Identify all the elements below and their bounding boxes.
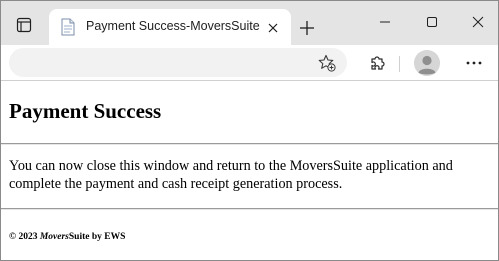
maximize-icon[interactable] xyxy=(412,7,452,37)
star-add-icon[interactable] xyxy=(316,52,338,74)
profile-avatar[interactable] xyxy=(414,50,440,76)
minimize-icon[interactable] xyxy=(365,7,405,37)
page-content: Payment Success You can now close this w… xyxy=(1,82,498,260)
tab-title: Payment Success-MoversSuite xyxy=(86,19,260,33)
browser-tab[interactable]: Payment Success-MoversSuite xyxy=(49,9,291,45)
copyright-prefix: © 2023 xyxy=(9,232,40,242)
browser-window: Payment Success-MoversSuite Payment Succ… xyxy=(0,0,499,261)
page-icon xyxy=(60,18,76,36)
plus-icon[interactable] xyxy=(293,14,321,42)
divider-top xyxy=(1,143,498,145)
page-title: Payment Success xyxy=(9,99,162,123)
brand-rest: Suite by EWS xyxy=(68,232,126,242)
browser-toolbar xyxy=(1,45,498,81)
copyright-footer: © 2023 MoversSuite by EWS xyxy=(9,232,125,242)
success-message: You can now close this window and return… xyxy=(9,158,453,192)
tab-bar: Payment Success-MoversSuite xyxy=(1,1,498,45)
toolbar-divider xyxy=(399,56,400,72)
close-window-icon[interactable] xyxy=(458,7,498,37)
address-bar[interactable] xyxy=(9,48,347,77)
more-icon[interactable] xyxy=(460,49,488,77)
divider-bottom xyxy=(1,208,498,210)
tab-actions-icon[interactable] xyxy=(7,9,41,41)
puzzle-icon[interactable] xyxy=(363,49,391,77)
brand-italic: Movers xyxy=(39,232,69,242)
close-icon[interactable] xyxy=(263,18,283,38)
